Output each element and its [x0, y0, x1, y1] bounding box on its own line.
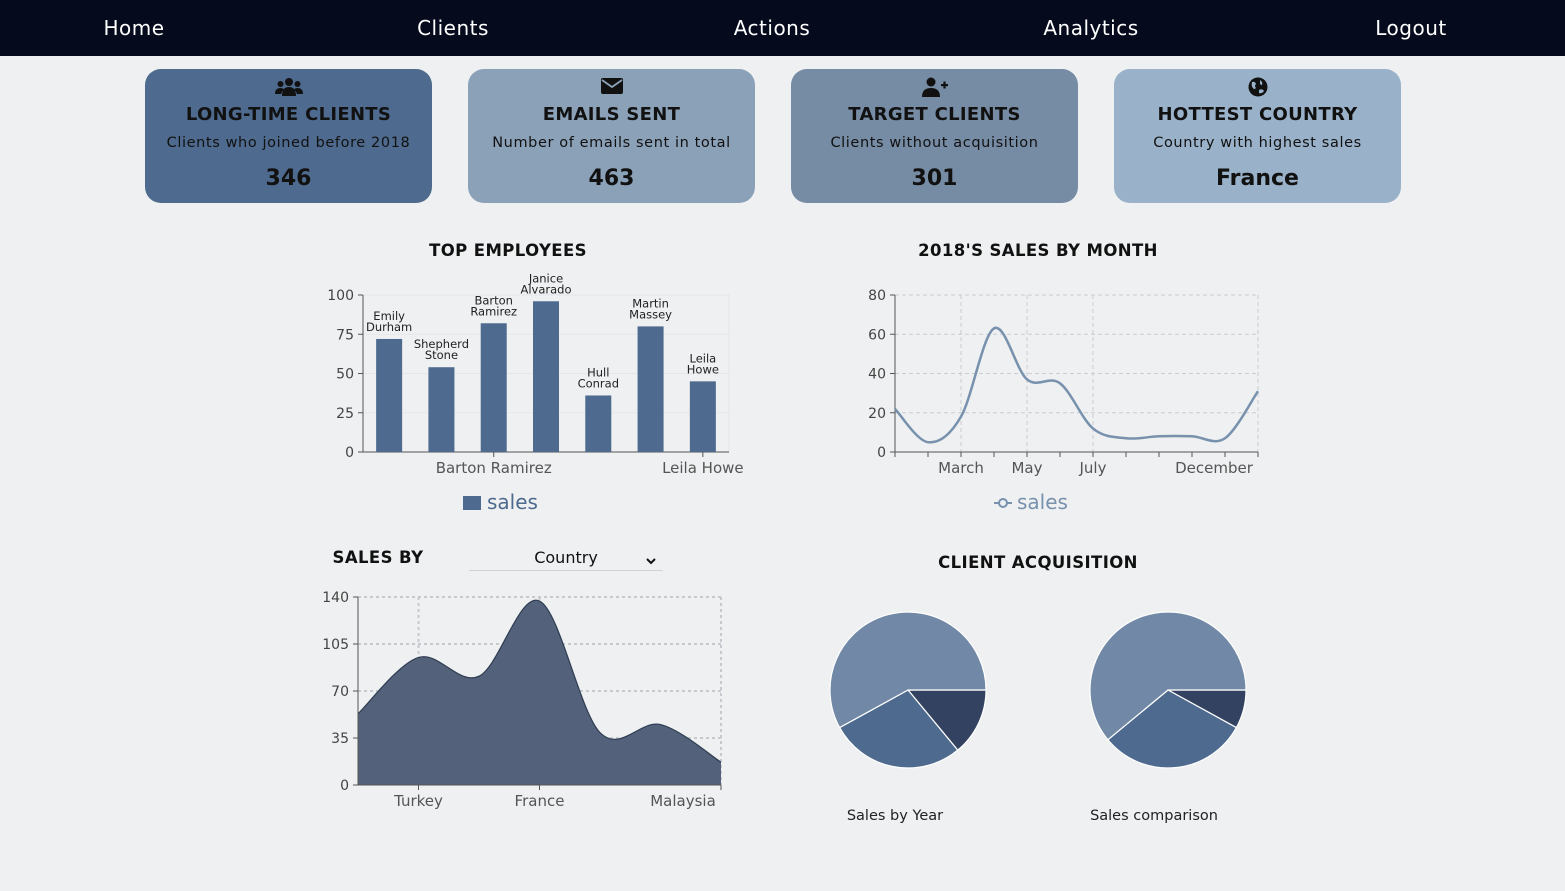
area-y-tick-label: 0: [340, 778, 349, 794]
bar: [376, 338, 403, 452]
bar-x-tick-label: Leila Howe: [662, 459, 744, 477]
sales-by-dropdown[interactable]: Country: [469, 547, 663, 571]
bar: [533, 301, 559, 452]
line-y-tick-label: 0: [877, 445, 886, 461]
line-x-tick-label: December: [1175, 459, 1254, 477]
line-legend-marker: [998, 498, 1008, 508]
bar-y-tick-label: 100: [327, 288, 354, 304]
line-legend-label: sales: [1017, 490, 1068, 514]
area-y-tick-label: 35: [331, 731, 349, 747]
bar-y-tick-label: 25: [336, 406, 354, 422]
line-x-tick-label: July: [1079, 459, 1107, 477]
area-series-sales: [357, 599, 722, 763]
card-title: HOTTEST COUNTRY: [1157, 104, 1358, 125]
line-y-tick-label: 80: [868, 288, 886, 304]
pie-sales-by-year-slice: [829, 611, 987, 729]
top-employees-title: TOP EMPLOYEES: [429, 241, 587, 260]
line-y-tick-label: 40: [868, 367, 886, 383]
bar-data-label: Leila: [689, 351, 716, 365]
bar: [428, 367, 455, 452]
nav-clients[interactable]: Clients: [417, 0, 489, 56]
pie-sales-by-year-slice: [838, 689, 959, 769]
pie-sales-comparison-label: Sales comparison: [1090, 808, 1218, 824]
bar: [637, 326, 664, 452]
area-fill: [358, 600, 721, 785]
bar-data-label: Ramirez: [470, 304, 517, 318]
card-title: EMAILS SENT: [542, 104, 681, 125]
bar-data-label: Stone: [425, 348, 458, 362]
nav-home[interactable]: Home: [103, 0, 164, 56]
card-long-time-clients: LONG-TIME CLIENTS Clients who joined bef…: [145, 69, 432, 203]
line-y-tick-label: 60: [868, 327, 886, 343]
globe-icon: [1114, 77, 1401, 99]
bar: [585, 395, 612, 452]
line-series-sales: [894, 326, 1260, 444]
pie-sales-comparison-slice: [1107, 689, 1238, 769]
area-y-tick-label: 140: [322, 590, 349, 606]
bar-y-tick-label: 50: [336, 367, 354, 383]
envelope-icon: [468, 77, 755, 99]
bar-data-label: Emily: [373, 309, 405, 323]
bar: [480, 323, 507, 452]
card-value: 346: [265, 166, 312, 191]
bar-y-tick-label: 75: [336, 327, 354, 343]
line-y-tick-label: 20: [868, 406, 886, 422]
bar-data-label: Conrad: [578, 376, 619, 390]
card-hottest-country: HOTTEST COUNTRY Country with highest sal…: [1114, 69, 1401, 203]
area-x-tick-label: France: [515, 792, 565, 810]
bar-y-tick-label: 0: [345, 445, 354, 461]
area-x-tick-label: Turkey: [393, 792, 443, 810]
pie-sales-comparison-slice: [1089, 611, 1247, 741]
area-y-tick-label: 105: [322, 637, 349, 653]
pie-sales-comparison-slice: [1167, 689, 1247, 729]
card-value: France: [1216, 166, 1299, 191]
bar-data-label: Hull: [587, 365, 609, 379]
bar-legend-swatch: [463, 496, 481, 510]
card-description: Country with highest sales: [1153, 135, 1362, 151]
navbar: Home Clients Actions Analytics Logout: [0, 0, 1565, 56]
sales-by-month-title: 2018'S SALES BY MONTH: [918, 241, 1158, 260]
bar-data-label: Massey: [629, 307, 672, 321]
bar: [689, 381, 716, 452]
nav-analytics[interactable]: Analytics: [1043, 0, 1138, 56]
nav-actions[interactable]: Actions: [734, 0, 811, 56]
bar-x-tick-label: Barton Ramirez: [436, 459, 552, 477]
card-value: 301: [911, 166, 958, 191]
pie-sales-by-year-label: Sales by Year: [847, 808, 943, 824]
card-title: TARGET CLIENTS: [848, 104, 1021, 125]
card-description: Clients without acquisition: [830, 135, 1039, 151]
bar-data-label: Durham: [366, 320, 412, 334]
bar-legend-label: sales: [487, 490, 538, 514]
line-x-tick-label: March: [938, 459, 984, 477]
card-description: Clients who joined before 2018: [166, 135, 411, 151]
dropdown-selected-value: Country: [534, 548, 598, 567]
bar-data-label: Alvarado: [520, 282, 571, 296]
bar-data-label: Barton: [474, 293, 513, 307]
chevron-down-icon: [645, 551, 657, 573]
bar-data-label: Martin: [632, 296, 669, 310]
client-acquisition-title: CLIENT ACQUISITION: [938, 553, 1138, 572]
sales-by-title: SALES BY: [332, 548, 424, 567]
bar-data-label: Janice: [528, 271, 563, 285]
area-y-tick-label: 70: [331, 684, 349, 700]
bar-plot-frame: [362, 294, 730, 453]
pie-sales-by-year-slice: [906, 689, 987, 751]
bar-data-label: Howe: [687, 362, 719, 376]
card-value: 463: [588, 166, 635, 191]
card-target-clients: TARGET CLIENTS Clients without acquisiti…: [791, 69, 1078, 203]
user-plus-icon: [791, 77, 1078, 99]
bar-data-label: Shepherd: [414, 337, 469, 351]
area-x-tick-label: Malaysia: [650, 792, 716, 810]
card-description: Number of emails sent in total: [492, 135, 731, 151]
card-emails-sent: EMAILS SENT Number of emails sent in tot…: [468, 69, 755, 203]
card-title: LONG-TIME CLIENTS: [185, 104, 392, 125]
nav-logout[interactable]: Logout: [1375, 0, 1446, 56]
line-x-tick-label: May: [1011, 459, 1042, 477]
users-icon: [145, 77, 432, 99]
